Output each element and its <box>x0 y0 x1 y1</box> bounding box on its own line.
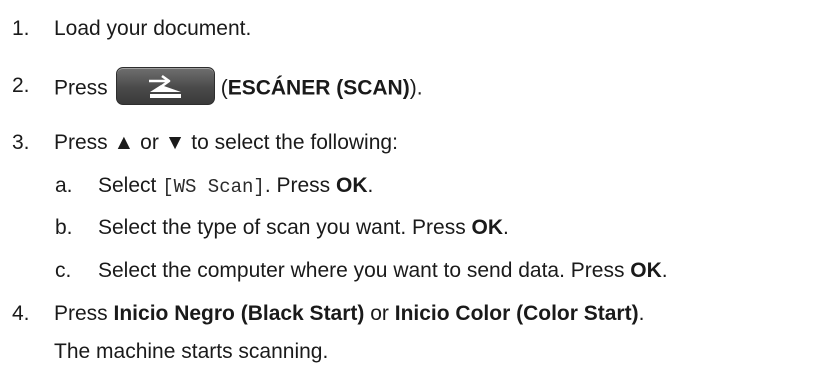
ok-key-label: OK <box>630 259 662 282</box>
step-text: Press Inicio Negro (Black Start) or Inic… <box>54 301 644 327</box>
step-number: 2. <box>12 74 30 97</box>
substep-letter: b. <box>55 216 73 239</box>
substep-letter: c. <box>55 259 72 282</box>
result-text: The machine starts scanning. <box>54 340 329 363</box>
black-start-label: Inicio Negro (Black Start) <box>113 302 365 325</box>
substep-prefix: Select <box>98 174 163 197</box>
substep-prefix: Select the computer where you want to se… <box>98 259 631 282</box>
ok-key-label: OK <box>471 216 504 239</box>
step-number: 3. <box>12 131 30 154</box>
substep-letter: a. <box>55 174 73 197</box>
substep-prefix: Select the type of scan you want. Press <box>98 216 472 239</box>
step-suffix: to select the following: <box>185 131 398 154</box>
step-text: Press (ESCÁNER (SCAN)). <box>54 67 423 105</box>
scan-button-label: ESCÁNER (SCAN) <box>227 76 410 100</box>
substep-suffix: . <box>503 216 509 239</box>
instruction-page: 1. Load your document. 2. Press (ESCÁNER… <box>0 0 823 365</box>
scan-icon <box>148 74 181 98</box>
substep-suffix: . <box>367 174 374 197</box>
step-prefix: Press <box>54 76 108 100</box>
substep-suffix: . <box>661 259 668 282</box>
step-suffix: . <box>638 302 645 325</box>
substep-text: Select the type of scan you want. Press … <box>98 215 509 241</box>
paren-open: ( <box>220 76 228 100</box>
step-number: 4. <box>12 302 30 325</box>
substep-text: Select [WS Scan]. Press OK. <box>98 173 373 200</box>
step-mid: or <box>134 131 165 154</box>
step-number: 1. <box>12 17 30 40</box>
up-arrow-icon: ▲ <box>113 131 135 154</box>
down-arrow-icon: ▼ <box>164 131 186 154</box>
scan-button[interactable] <box>115 67 215 105</box>
substep-text: Select the computer where you want to se… <box>98 258 668 284</box>
ok-key-label: OK <box>336 174 368 197</box>
step-mid: or <box>364 302 395 325</box>
menu-option-code: [WS Scan] <box>162 176 265 198</box>
step-prefix: Press <box>54 131 114 154</box>
substep-mid: . Press <box>264 174 337 197</box>
color-start-label: Inicio Color (Color Start) <box>394 302 639 325</box>
step-suffix: ). <box>409 76 423 100</box>
step-prefix: Press <box>54 302 114 325</box>
step-text: Press ▲ or ▼ to select the following: <box>54 130 398 156</box>
step-text: Load your document. <box>54 17 252 40</box>
